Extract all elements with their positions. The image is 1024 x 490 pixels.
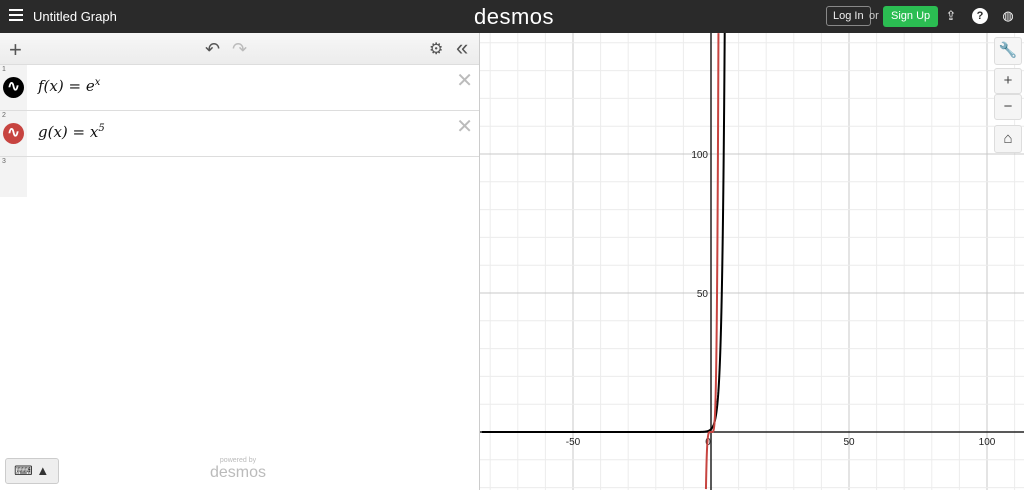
exponent: x bbox=[94, 77, 101, 88]
series-g-curve bbox=[704, 33, 720, 490]
expression-toolbar: + ↶ ↷ ⚙ « bbox=[0, 33, 479, 65]
keyboard-toggle-button[interactable]: ⌨ ▲ bbox=[5, 458, 59, 484]
x-tick-label: 100 bbox=[979, 437, 996, 448]
wrench-icon[interactable]: 🔧 bbox=[994, 37, 1022, 65]
graph-canvas[interactable]: -50 0 50 10050100 bbox=[480, 33, 1024, 490]
powered-by-desmos: powered by desmos bbox=[210, 457, 266, 482]
series-f-curve bbox=[481, 33, 726, 433]
or-label: or bbox=[869, 10, 879, 22]
expression-row-2[interactable]: 2 ∿ g(x) = x5 ✕ bbox=[0, 111, 479, 157]
x-tick-label: 50 bbox=[843, 437, 855, 448]
row-number: 2 bbox=[2, 112, 6, 119]
undo-button[interactable]: ↶ bbox=[205, 39, 220, 60]
brand-text: desmos bbox=[210, 464, 267, 481]
expression-row-1[interactable]: 1 ∿ f(x) = ex ✕ bbox=[0, 65, 479, 111]
wave-icon[interactable]: ∿ bbox=[3, 77, 24, 98]
delete-expression-icon[interactable]: ✕ bbox=[456, 68, 473, 93]
zoom-in-button[interactable]: + bbox=[994, 68, 1022, 94]
x-tick-label: -50 bbox=[566, 437, 581, 448]
desmos-logo: desmos bbox=[474, 4, 555, 29]
login-button[interactable]: Log In bbox=[826, 6, 871, 26]
zoom-out-button[interactable]: − bbox=[994, 94, 1022, 120]
row-number: 1 bbox=[2, 66, 6, 73]
expression-text: f(x) = e bbox=[38, 77, 95, 95]
row-number: 3 bbox=[2, 158, 6, 165]
header: Untitled Graph desmos Log In or Sign Up … bbox=[0, 0, 1024, 33]
delete-expression-icon[interactable]: ✕ bbox=[456, 114, 473, 139]
share-icon[interactable]: ⇪ bbox=[943, 8, 959, 24]
y-tick-label: 100 bbox=[691, 150, 708, 161]
expression-panel: + ↶ ↷ ⚙ « 1 ∿ f(x) = ex ✕ 2 ∿ g(x) = x5 … bbox=[0, 33, 480, 490]
redo-button[interactable]: ↷ bbox=[232, 39, 247, 60]
menu-icon[interactable] bbox=[9, 9, 23, 23]
settings-gear-icon[interactable]: ⚙ bbox=[429, 39, 443, 59]
add-expression-button[interactable]: + bbox=[9, 37, 22, 63]
exponent: 5 bbox=[98, 123, 105, 134]
expression-input[interactable]: f(x) = ex bbox=[38, 77, 100, 95]
help-icon[interactable]: ? bbox=[972, 8, 988, 24]
y-tick-label: 50 bbox=[697, 289, 709, 300]
expression-row-3[interactable]: 3 bbox=[0, 157, 479, 197]
expression-text: g(x) = x bbox=[38, 123, 99, 141]
signup-button[interactable]: Sign Up bbox=[883, 6, 939, 27]
powered-by-text: powered by bbox=[219, 457, 257, 464]
globe-icon[interactable]: ◍ bbox=[1000, 8, 1016, 24]
home-button[interactable]: ⌂ bbox=[994, 125, 1022, 153]
expression-input[interactable]: g(x) = x5 bbox=[38, 123, 105, 141]
wave-icon[interactable]: ∿ bbox=[3, 123, 24, 144]
graph-title[interactable]: Untitled Graph bbox=[33, 9, 117, 24]
collapse-panel-button[interactable]: « bbox=[456, 35, 468, 61]
